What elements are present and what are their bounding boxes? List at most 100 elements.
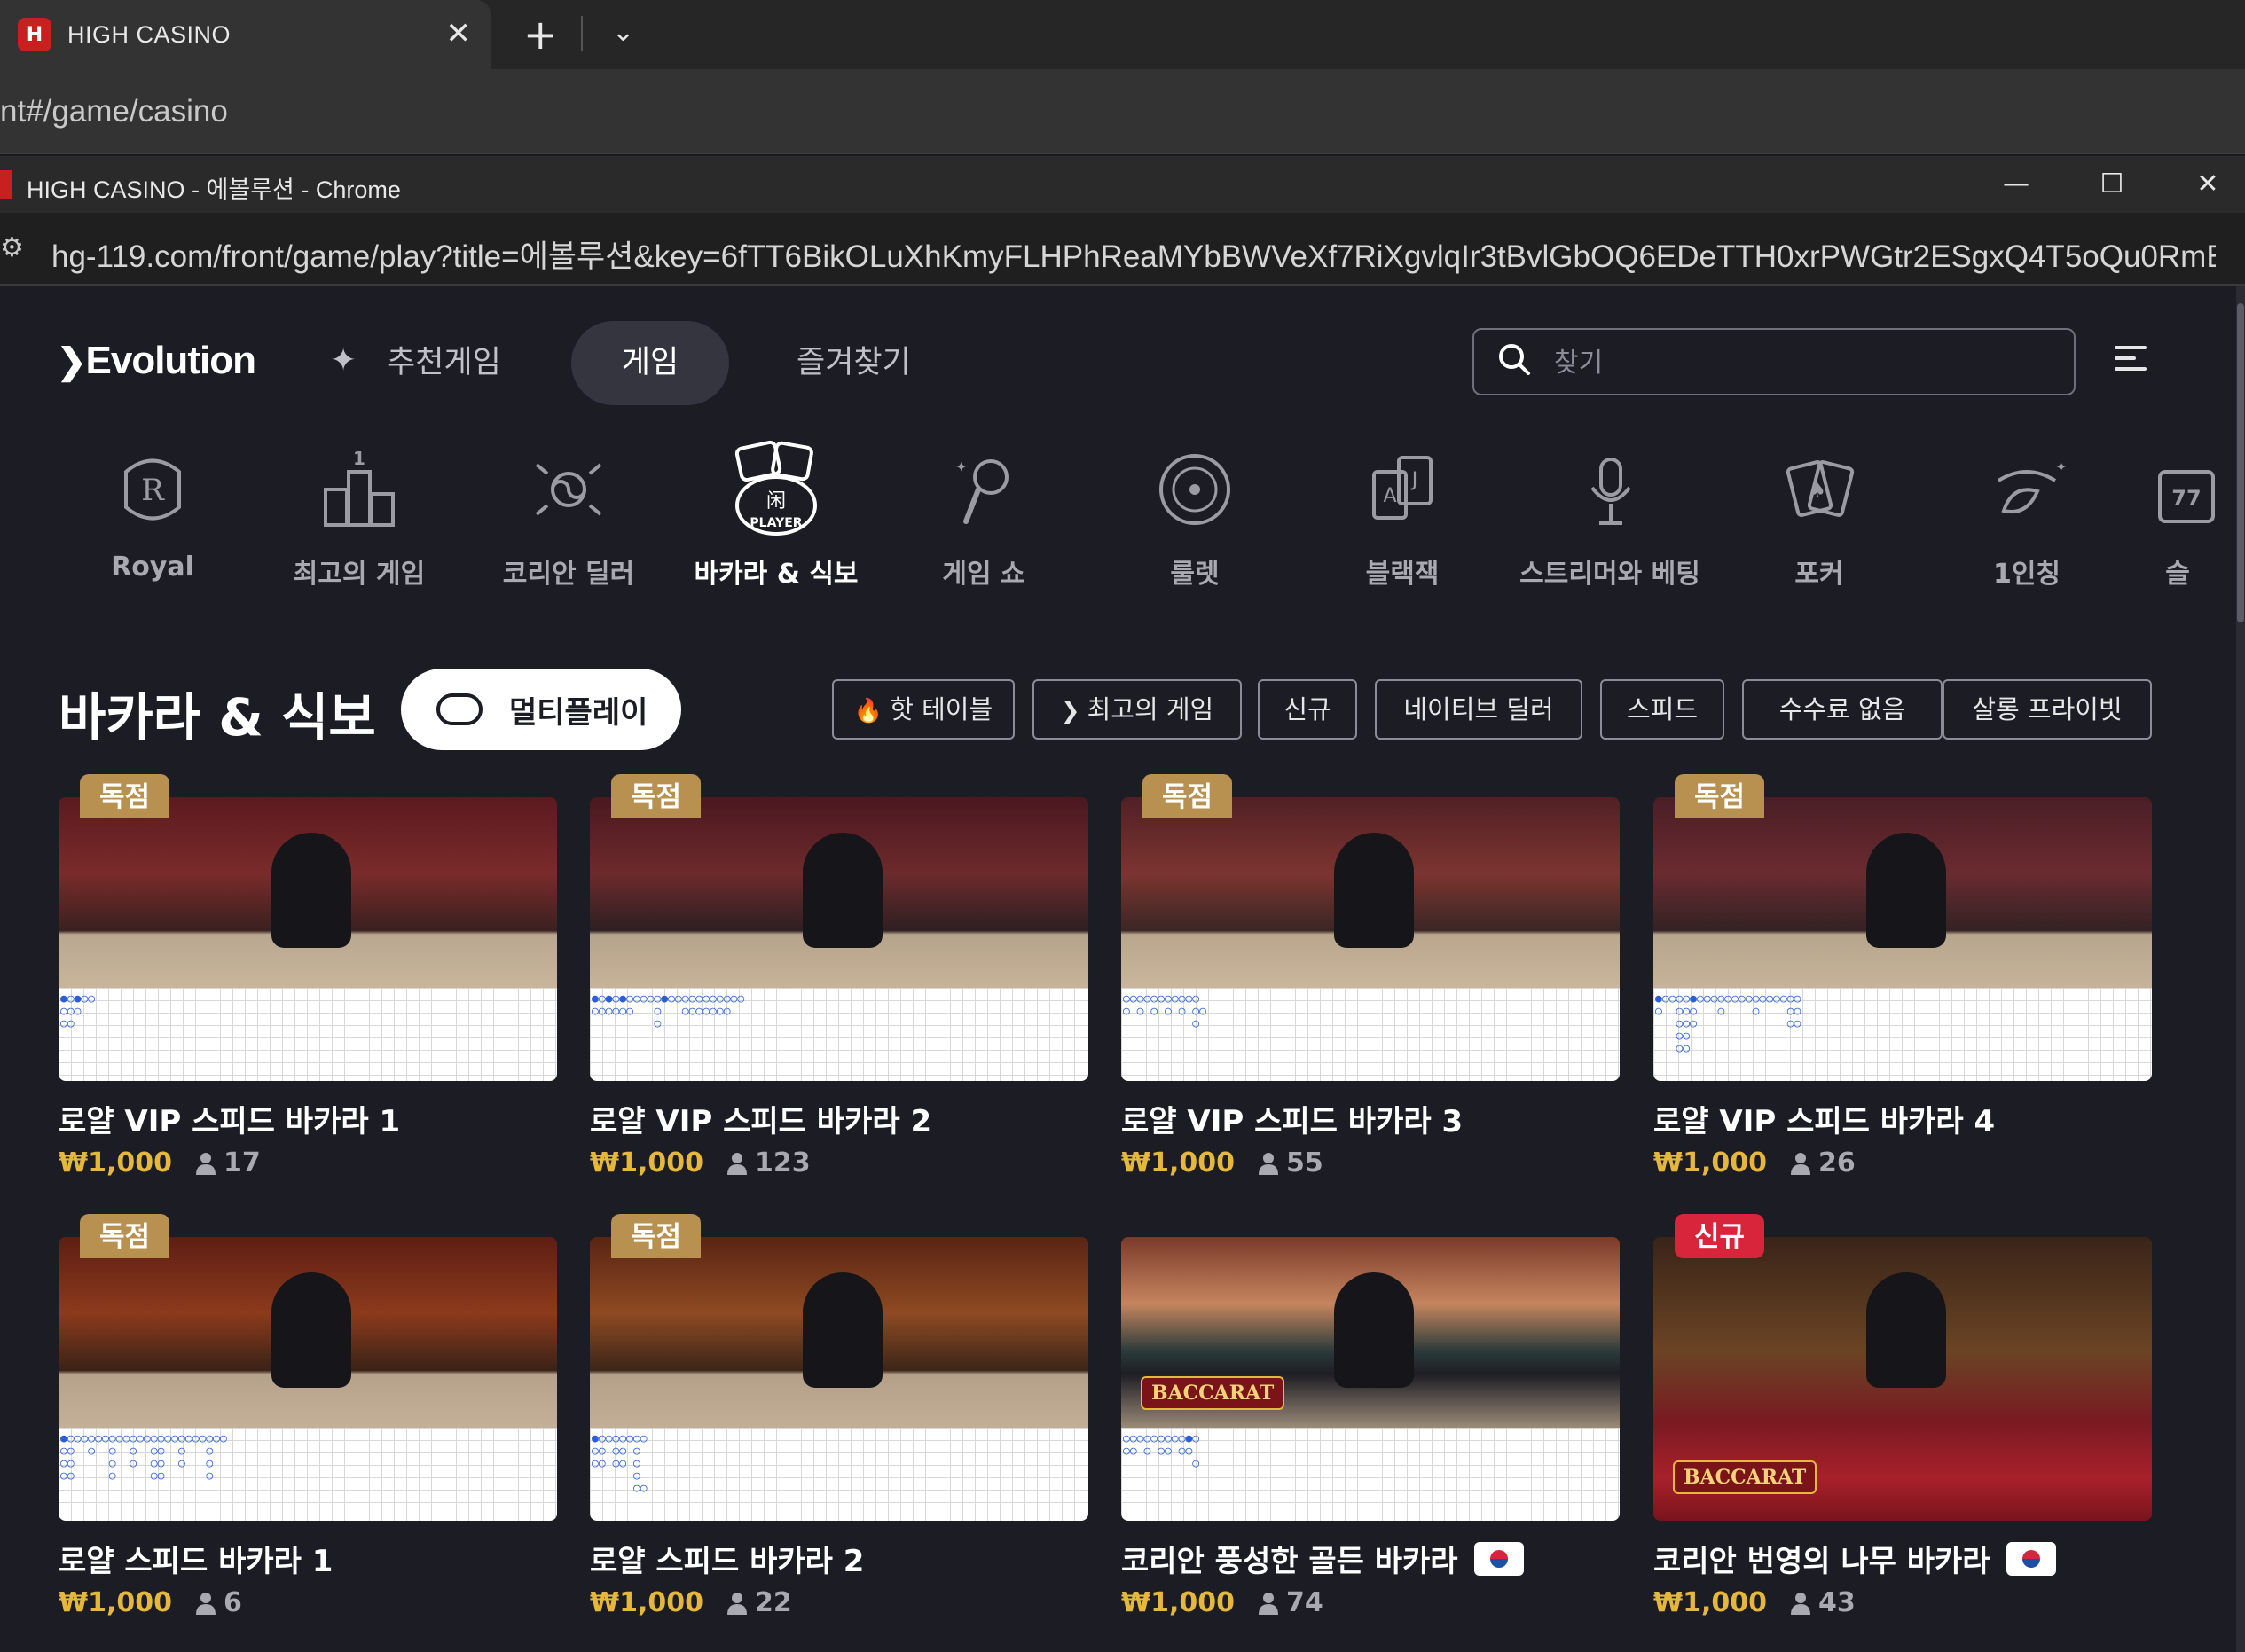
svg-text:R: R [141, 473, 165, 508]
category-poker-cards[interactable]: ♠ 포커 [1717, 436, 1921, 614]
game-meta: ₩1,000 6 [59, 1587, 557, 1618]
user-icon [726, 1152, 747, 1175]
game-card[interactable]: ○○○○○○○○○○○ ○ ○ ○ ○ ○ ○○ ○ 독점로얄 VIP 스피드 바… [1121, 774, 1620, 1178]
popup-address-bar[interactable]: ⚙ hg-119.com/front/game/play?title=에볼루션&… [0, 213, 2245, 286]
category-roulette[interactable]: 룰렛 [1093, 436, 1297, 614]
game-thumbnail[interactable]: BACCARAT 신규 [1653, 1214, 2152, 1521]
top-navigation: ❯Evolution ✦ 추천게임 게임 즐겨찾기 [0, 286, 2245, 436]
game-title-row[interactable]: 로얄 스피드 바카라 1 [59, 1537, 557, 1580]
game-card[interactable]: ●○○○○○○○○○○○○○○○○○○○○○○○ ○○ ○ ○ ○ ○○ ○ ○… [59, 1214, 557, 1618]
search-input[interactable] [1554, 339, 2051, 387]
category-cards-aj[interactable]: A J 블랙잭 [1300, 436, 1504, 614]
category-royal-crest[interactable]: R Royal [51, 436, 255, 614]
page-scrollbar[interactable] [2236, 286, 2245, 1652]
category-slot[interactable]: 77 슬 [2120, 436, 2235, 614]
game-title-row[interactable]: 코리안 번영의 나무 바카라 [1653, 1537, 2152, 1580]
tab-search-chevron-icon[interactable]: ⌄ [612, 11, 634, 55]
dealer-figure [271, 833, 351, 948]
dealer-figure [1866, 833, 1946, 948]
bead-road: ○○○○○○○○○○○ ○ ○ ○ ○ ○ ○○ ○ [1121, 988, 1620, 1081]
popup-url-text[interactable]: hg-119.com/front/game/play?title=에볼루션&ke… [51, 231, 2216, 277]
filter-chip[interactable]: ❯ 최고의 게임 [1032, 679, 1242, 740]
outer-tab-title: HIGH CASINO [67, 20, 232, 48]
dealer-table-image: BACCARAT [1121, 1237, 1620, 1428]
game-thumbnail[interactable]: BACCARAT ○○○○○○○○○●○ ○○ ○ ○○ ○○ ○ [1121, 1237, 1620, 1521]
category-streamer-mic[interactable]: 스트리머와 베팅 [1508, 436, 1712, 614]
min-bet: ₩1,000 [1121, 1587, 1235, 1618]
exclusive-badge: 독점 [1142, 774, 1233, 818]
min-bet: ₩1,000 [59, 1587, 172, 1618]
category-label: 룰렛 [1170, 559, 1220, 590]
game-thumbnail[interactable]: ○○○○○○○○○○○ ○ ○ ○ ○ ○ ○○ ○ 독점 [1121, 774, 1620, 1081]
game-card[interactable]: ●○●○●○○○○○●○○○○○○○○○○○ ○○○○○○ ○ ○○○○○○○ … [590, 774, 1088, 1178]
filter-chip[interactable]: 스피드 [1600, 679, 1724, 740]
road-markers: ○○○○○○○○○○○ ○ ○ ○ ○ ○ ○○ ○ [1123, 992, 1206, 1030]
category-dice-player[interactable]: 闲 PLAYER 바카라 & 식보 [674, 436, 878, 614]
exclusive-badge: 독점 [611, 1214, 702, 1258]
podium-icon: 1 [306, 436, 412, 543]
category-label: 1인칭 [1992, 559, 2061, 590]
outer-url-text[interactable]: nt#/game/casino [0, 94, 228, 129]
category-microphone[interactable]: ✦ 게임 쇼 [882, 436, 1086, 614]
player-count-value: 26 [1817, 1147, 1856, 1178]
game-card[interactable]: ●○○○○○○○ ○○ ○○ ○ ○○ ○○ ○ ○ ○○ 독점로얄 스피드 바카… [590, 1214, 1088, 1618]
game-title-row[interactable]: 코리안 풍성한 골든 바카라 [1121, 1537, 1620, 1580]
dealer-table-image [1653, 797, 2152, 988]
category-korea-taegeuk[interactable]: 코리안 딜러 [467, 436, 671, 614]
multiplay-label: 멀티플레이 [509, 694, 648, 731]
close-window-button[interactable]: ✕ [2177, 163, 2239, 206]
game-title-row[interactable]: 로얄 스피드 바카라 2 [590, 1537, 1088, 1580]
filter-chip[interactable]: 네이티브 딜러 [1375, 679, 1582, 740]
site-info-icon[interactable]: ⚙ [0, 232, 27, 264]
streamer-mic-icon [1557, 436, 1663, 543]
game-thumbnail[interactable]: ●○○○○○○○○○○○○○○○○○○○○○○○ ○○ ○ ○ ○ ○○ ○ ○… [59, 1214, 557, 1521]
game-card[interactable]: ●○●○○ ○○○ ○○ 독점 로얄 VIP 스피드 바카라 1 ₩1,000 17 [59, 774, 557, 1178]
roulette-icon [1142, 436, 1248, 543]
game-card[interactable]: BACCARAT 신규 코리안 번영의 나무 바카라 ₩1,000 43 [1653, 1214, 2152, 1618]
nav-favorites[interactable]: 즐겨찾기 [797, 321, 911, 405]
user-icon [195, 1152, 216, 1175]
nav-games[interactable]: 게임 [571, 321, 729, 405]
game-title-row[interactable]: 로얄 VIP 스피드 바카라 1 [59, 1097, 557, 1140]
outer-address-bar[interactable]: nt#/game/casino [0, 69, 2245, 154]
svg-text:✦: ✦ [2055, 458, 2067, 475]
menu-icon[interactable] [2115, 346, 2147, 378]
dealer-table-image [590, 797, 1088, 988]
category-first-person[interactable]: ✦ 1인칭 [1925, 436, 2129, 614]
filter-label: 수수료 없음 [1778, 694, 1906, 724]
game-thumbnail[interactable]: ●○●○●○○○○○●○○○○○○○○○○○ ○○○○○○ ○ ○○○○○○○ … [590, 774, 1088, 1081]
game-thumbnail[interactable]: ●○○○○●○○○○○○○○○○○○○○○ ○ ○○○ ○ ○ ○○ ○○○ ○… [1653, 774, 2152, 1081]
game-thumbnail[interactable]: ●○○○○○○○ ○○ ○○ ○ ○○ ○○ ○ ○ ○○ 독점 [590, 1214, 1088, 1521]
exclusive-badge: 독점 [80, 774, 170, 818]
filter-chip[interactable]: 수수료 없음 [1742, 679, 1943, 740]
nav-recommended[interactable]: 추천게임 [387, 321, 501, 405]
logo-text: Evolution [85, 339, 256, 382]
filter-chip[interactable]: 🔥 핫 테이블 [832, 679, 1015, 740]
game-card[interactable]: ●○○○○●○○○○○○○○○○○○○○○ ○ ○○○ ○ ○ ○○ ○○○ ○… [1653, 774, 2152, 1178]
filter-label: 스피드 [1626, 694, 1699, 724]
game-meta: ₩1,000 55 [1121, 1147, 1620, 1178]
category-label: 최고의 게임 [293, 559, 426, 590]
filter-chip[interactable]: 신규 [1258, 679, 1357, 740]
maximize-button[interactable]: ☐ [2081, 163, 2143, 206]
outer-tab-high-casino[interactable]: H HIGH CASINO ✕ [0, 0, 491, 69]
close-tab-icon[interactable]: ✕ [446, 16, 472, 51]
min-bet: ₩1,000 [1653, 1587, 1767, 1618]
bead-road: ●○●○●○○○○○●○○○○○○○○○○○ ○○○○○○ ○ ○○○○○○○ … [590, 988, 1088, 1081]
filter-chip[interactable]: 살롱 프라이빗 [1943, 679, 2152, 740]
road-markers: ○○○○○○○○○●○ ○○ ○ ○○ ○○ ○ [1123, 1432, 1200, 1470]
search-icon [1499, 344, 1530, 375]
bead-road: ●○○○○○○○ ○○ ○○ ○ ○○ ○○ ○ ○ ○○ [590, 1428, 1088, 1521]
new-tab-button[interactable]: + [523, 9, 558, 60]
baccarat-logo: BACCARAT [1673, 1460, 1817, 1494]
multiplay-button[interactable]: 멀티플레이 [401, 669, 681, 750]
game-title-row[interactable]: 로얄 VIP 스피드 바카라 2 [590, 1097, 1088, 1140]
search-box[interactable] [1472, 328, 2076, 395]
game-title-row[interactable]: 로얄 VIP 스피드 바카라 4 [1653, 1097, 2152, 1140]
minimize-button[interactable]: — [1985, 163, 2047, 206]
game-card[interactable]: BACCARAT ○○○○○○○○○●○ ○○ ○ ○○ ○○ ○ 코리안 풍성한 … [1121, 1237, 1620, 1618]
category-podium[interactable]: 1 최고의 게임 [257, 436, 461, 614]
game-thumbnail[interactable]: ●○●○○ ○○○ ○○ 독점 [59, 774, 557, 1081]
evolution-logo[interactable]: ❯Evolution [57, 339, 256, 383]
game-title-row[interactable]: 로얄 VIP 스피드 바카라 3 [1121, 1097, 1620, 1140]
